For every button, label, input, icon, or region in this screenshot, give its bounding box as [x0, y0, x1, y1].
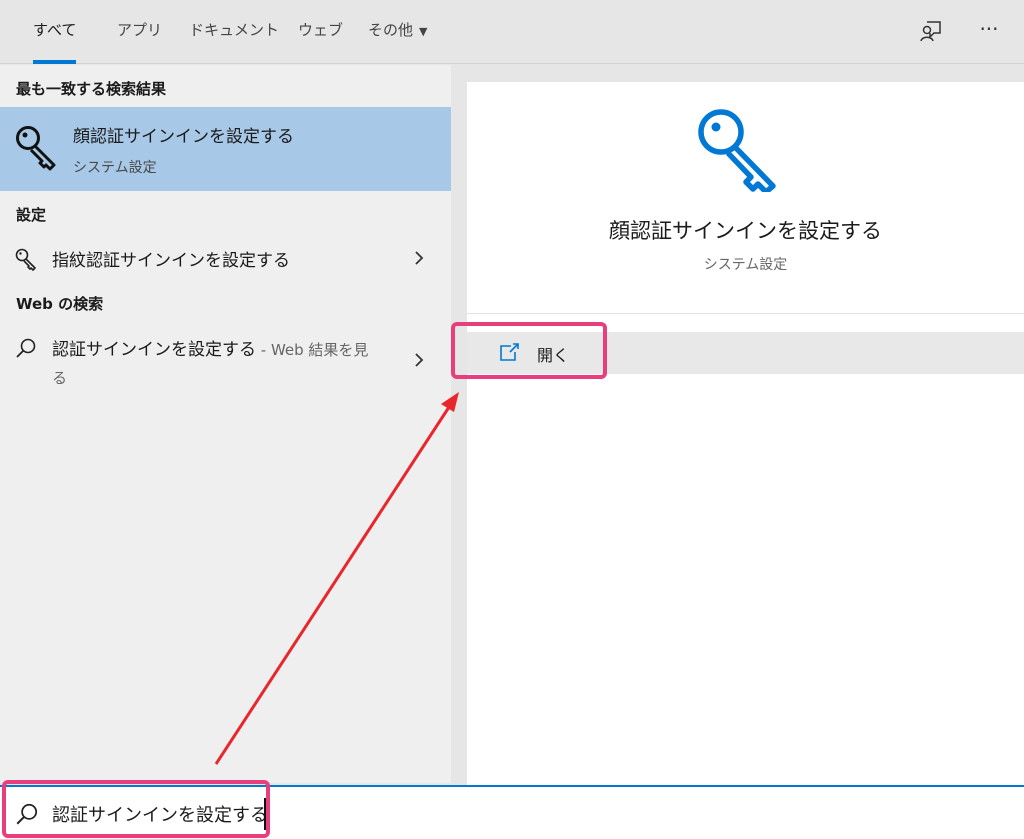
tab-documents[interactable]: ドキュメント [189, 0, 279, 64]
tab-apps[interactable]: アプリ [117, 0, 162, 64]
tab-documents-label: ドキュメント [189, 21, 280, 39]
filter-tab-bar: すべて アプリ ドキュメント ウェブ その他 ▼ ··· [0, 0, 1024, 64]
best-match-item[interactable]: 顔認証サインインを設定する システム設定 [0, 107, 451, 191]
settings-heading: 設定 [16, 206, 47, 224]
preview-divider [467, 313, 1024, 314]
search-bar [0, 785, 1024, 839]
chevron-right-icon[interactable] [413, 352, 425, 368]
tab-more[interactable]: その他 ▼ [368, 0, 427, 64]
search-icon [14, 336, 38, 364]
web-search-label: 認証サインインを設定する - Web 結果を見る [52, 336, 382, 392]
preview-pane: 顔認証サインインを設定する システム設定 開く [467, 82, 1024, 785]
chevron-right-icon[interactable] [413, 250, 425, 266]
settings-item-fingerprint[interactable]: 指紋認証サインインを設定する [0, 236, 451, 280]
search-icon [14, 801, 40, 831]
preview-subtitle: システム設定 [703, 257, 788, 273]
web-search-query: 認証サインインを設定する [52, 340, 256, 360]
open-external-icon [499, 343, 521, 367]
open-button-label: 開く [537, 346, 570, 365]
tab-more-label: その他 [368, 21, 414, 39]
tab-all[interactable]: すべて [33, 0, 77, 64]
open-button[interactable]: 開く [467, 332, 1024, 374]
best-match-heading: 最も一致する検索結果 [16, 80, 167, 98]
tab-web[interactable]: ウェブ [298, 0, 343, 64]
best-match-title: 顔認証サインインを設定する [73, 127, 294, 147]
chevron-down-icon: ▼ [419, 25, 428, 38]
web-search-heading: Web の検索 [16, 295, 104, 313]
search-input[interactable] [52, 799, 952, 829]
key-icon [695, 106, 789, 196]
text-caret [264, 798, 266, 830]
tab-web-label: ウェブ [298, 21, 344, 39]
settings-item-label: 指紋認証サインインを設定する [52, 251, 290, 271]
preview-title: 顔認証サインインを設定する [609, 219, 882, 243]
feedback-icon[interactable] [918, 16, 946, 44]
best-match-subtitle: システム設定 [73, 160, 157, 176]
tab-apps-label: アプリ [117, 21, 163, 39]
key-icon [14, 123, 60, 177]
more-options-icon[interactable]: ··· [975, 16, 1003, 44]
tab-all-label: すべて [33, 21, 77, 39]
key-icon [14, 247, 38, 275]
